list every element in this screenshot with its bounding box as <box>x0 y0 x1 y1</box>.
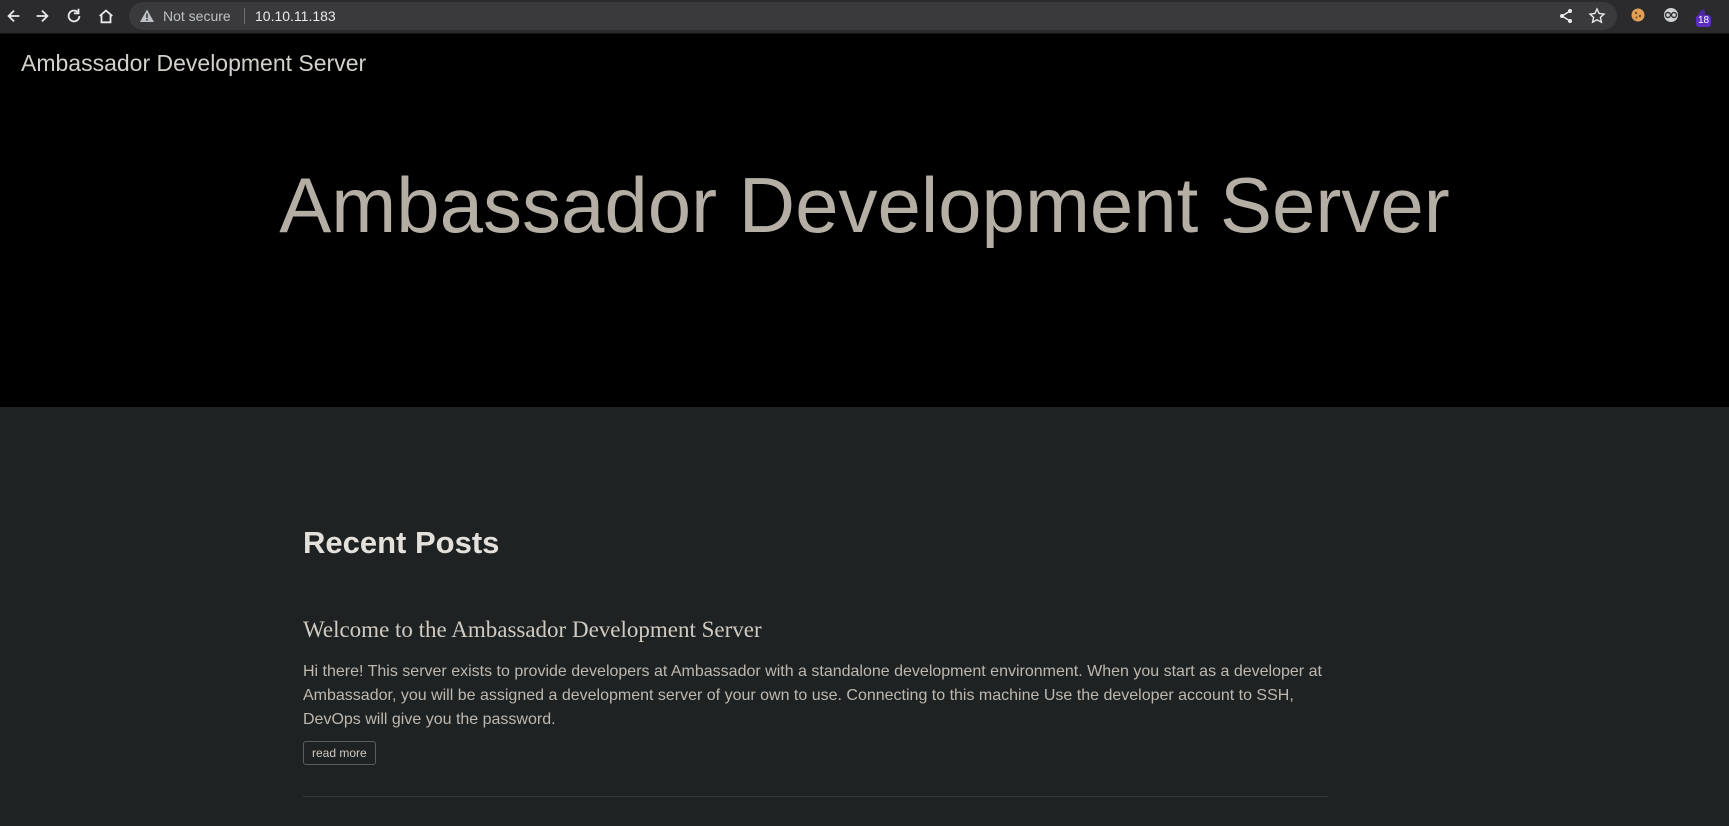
address-bar[interactable]: Not secure 10.10.11.183 <box>129 2 1617 30</box>
bookmark-star-icon[interactable] <box>1588 7 1606 25</box>
reload-icon <box>67 8 81 23</box>
home-button[interactable] <box>92 2 120 30</box>
warning-icon[interactable] <box>139 8 155 24</box>
cookie-extension-icon <box>1631 8 1645 22</box>
omnibox-separator <box>244 8 245 24</box>
hero-section: Ambassador Development Server Ambassador… <box>0 34 1729 407</box>
hero-title: Ambassador Development Server <box>279 161 1450 249</box>
share-icon[interactable] <box>1557 7 1575 25</box>
read-more-button[interactable]: read more <box>303 741 376 765</box>
home-icon <box>99 9 113 24</box>
url-text[interactable]: 10.10.11.183 <box>255 8 336 24</box>
forward-icon <box>36 9 49 23</box>
reload-button[interactable] <box>60 2 88 30</box>
recent-posts-heading: Recent Posts <box>303 525 500 560</box>
glasses-extension-icon <box>1664 8 1678 22</box>
post-divider <box>303 796 1328 797</box>
post-title[interactable]: Welcome to the Ambassador Development Se… <box>303 617 762 643</box>
forward-button[interactable] <box>28 2 56 30</box>
extension-badge: 18 <box>1696 15 1712 27</box>
security-status-label[interactable]: Not secure <box>163 8 231 24</box>
browser-toolbar: Not secure 10.10.11.183 18 <box>0 0 1729 34</box>
back-icon <box>7 9 20 23</box>
back-button[interactable] <box>0 2 28 30</box>
glasses-extension-button[interactable] <box>1660 4 1682 26</box>
site-brand-link[interactable]: Ambassador Development Server <box>21 50 366 77</box>
cookie-extension-button[interactable] <box>1627 4 1649 26</box>
post-excerpt: Hi there! This server exists to provide … <box>303 663 1322 728</box>
